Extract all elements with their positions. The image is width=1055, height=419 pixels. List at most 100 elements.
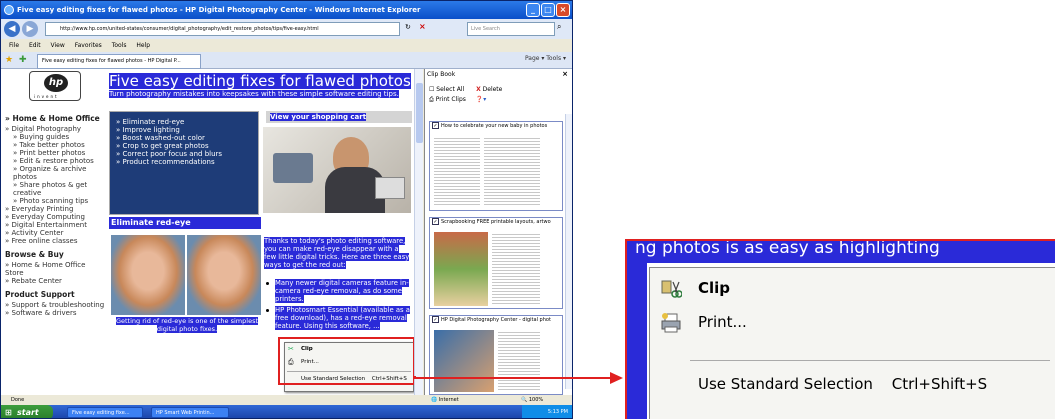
woman-at-computer-photo	[263, 127, 411, 213]
section-title-redeye: Eliminate red-eye	[109, 217, 261, 229]
nav-item[interactable]: » Edit & restore photos	[1, 157, 105, 165]
add-favorite-icon[interactable]: ✚	[19, 55, 27, 65]
delete-button[interactable]: X Delete	[476, 86, 502, 93]
nav-item[interactable]: » Software & drivers	[1, 309, 105, 317]
refresh-icon[interactable]: ↻	[405, 23, 411, 31]
menu-tools[interactable]: Tools	[112, 42, 127, 49]
zoomed-selection-text: ng photos is as easy as highlighting	[627, 241, 1055, 263]
nav-item[interactable]: » Digital Entertainment	[1, 221, 105, 229]
help-icon[interactable]: ❓▾	[476, 96, 486, 103]
page-scrollbar[interactable]	[414, 69, 423, 395]
tip-link[interactable]: » Improve lighting	[116, 126, 222, 134]
favorites-star-icon[interactable]: ★	[5, 55, 13, 65]
nav-item[interactable]: » Home & Home Office Store	[1, 261, 105, 277]
page-content: hp invent Five easy editing fixes for fl…	[1, 69, 421, 395]
clip-icon	[661, 280, 682, 298]
redeye-paragraph: Thanks to today's photo editing software…	[264, 237, 410, 269]
clip-thumbnail	[498, 330, 540, 392]
zoom-level[interactable]: 🔍 100%	[521, 395, 543, 405]
clip-checkbox[interactable]: ✓	[432, 122, 439, 129]
tip-link[interactable]: » Boost washed-out color	[116, 134, 222, 142]
back-icon[interactable]: ◀	[4, 21, 20, 37]
tips-list: » Eliminate red-eye» Improve lighting» B…	[116, 118, 222, 166]
search-input[interactable]: Live Search	[467, 22, 555, 36]
zone-indicator: 🌐 Internet	[431, 397, 459, 403]
clip-checkbox[interactable]: ✓	[432, 316, 439, 323]
status-bar: Done 🌐 Internet 🔍 100%	[1, 395, 572, 405]
nav-heading: Product Support	[5, 290, 75, 299]
menu-edit[interactable]: Edit	[29, 42, 41, 49]
clip-checkbox[interactable]: ✓	[432, 218, 439, 225]
stop-icon[interactable]: ×	[419, 22, 426, 31]
taskbar-item-2[interactable]: HP Smart Web Printin...	[151, 407, 229, 418]
page-title: Five easy editing fixes for flawed photo…	[109, 72, 411, 90]
nav-item[interactable]: » Digital Photography	[1, 125, 105, 133]
clip-card-3[interactable]: ✓ HP Digital Photography Center - digital…	[429, 315, 563, 395]
menu-help[interactable]: Help	[136, 42, 150, 49]
menu-favorites[interactable]: Favorites	[75, 42, 102, 49]
hp-logo[interactable]: hp invent	[29, 71, 81, 101]
redeye-bullets: Many newer digital cameras feature in-ca…	[263, 279, 413, 333]
menu-file[interactable]: File	[9, 42, 19, 49]
nav-item[interactable]: » Support & troubleshooting	[1, 301, 105, 309]
callout-arrow-line	[414, 377, 612, 379]
scrollbar-thumb[interactable]	[416, 83, 423, 143]
windows-logo-icon: ⊞	[5, 408, 12, 417]
tip-link[interactable]: » Crop to get great photos	[116, 142, 222, 150]
nav-item[interactable]: » Everyday Computing	[1, 213, 105, 221]
nav-item[interactable]: » Rebate Center	[1, 277, 105, 285]
select-all-button[interactable]: ☐ Select All	[429, 86, 464, 93]
shopping-cart-link[interactable]: View your shopping cart	[266, 111, 412, 123]
nav-item[interactable]: » Print better photos	[1, 149, 105, 157]
clip-thumbnail	[434, 136, 480, 206]
taskbar-item-1[interactable]: Five easy editing fixe...	[67, 407, 143, 418]
tab-tools[interactable]: Page ▾ Tools ▾	[525, 55, 566, 62]
nav-item[interactable]: » Share photos & get creative	[1, 181, 105, 197]
list-item: Many newer digital cameras feature in-ca…	[263, 279, 413, 303]
nav-item[interactable]: » Free online classes	[1, 237, 105, 245]
callout-arrow-head	[610, 372, 623, 384]
address-bar: ◀ ▶ http://www.hp.com/united-states/cons…	[1, 19, 572, 39]
search-icon[interactable]: ⌕	[557, 22, 561, 32]
close-button[interactable]: ×	[556, 3, 570, 17]
tab-current[interactable]: Five easy editing fixes for flawed photo…	[37, 54, 201, 69]
menu-view[interactable]: View	[51, 42, 65, 49]
title-bar: Five easy editing fixes for flawed photo…	[1, 1, 572, 19]
context-menu: Clip Print... Use Standard Selection Ctr…	[649, 267, 1055, 419]
browser-window: Five easy editing fixes for flawed photo…	[0, 0, 573, 419]
close-panel-icon[interactable]: ×	[562, 70, 568, 78]
minimize-button[interactable]: _	[526, 3, 540, 17]
tips-box: » Eliminate red-eye» Improve lighting» B…	[109, 111, 259, 215]
print-clips-button[interactable]: ⎙ Print Clips	[429, 96, 466, 103]
nav-item[interactable]: » Buying guides	[1, 133, 105, 141]
clip-book-toolbar: ☐ Select All X Delete ⎙ Print Clips ❓▾	[429, 85, 502, 105]
clip-thumbnail	[492, 232, 540, 306]
clip-card-2[interactable]: ✓ Scrapbooking FREE printable layouts, ar…	[429, 217, 563, 309]
menu-bar: File Edit View Favorites Tools Help	[1, 39, 572, 52]
nav-item[interactable]: » Activity Center	[1, 229, 105, 237]
nav-item[interactable]: » Photo scanning tips	[1, 197, 105, 205]
start-button[interactable]: ⊞ start	[1, 405, 53, 418]
clock: 5:13 PM	[547, 409, 568, 415]
window-title: Five easy editing fixes for flawed photo…	[17, 6, 421, 14]
maximize-button[interactable]: □	[541, 3, 555, 17]
clip-book-title: Clip Book	[427, 71, 456, 78]
delete-icon: X	[476, 86, 481, 93]
tip-link[interactable]: » Eliminate red-eye	[116, 118, 222, 126]
url-field[interactable]: http://www.hp.com/united-states/consumer…	[45, 22, 400, 36]
nav-item[interactable]: » Organize & archive photos	[1, 165, 105, 181]
clip-book-scrollbar[interactable]	[565, 114, 572, 389]
forward-icon[interactable]: ▶	[22, 21, 38, 37]
nav-item[interactable]: » Take better photos	[1, 141, 105, 149]
menu-separator	[690, 360, 1050, 361]
clip-card-1[interactable]: ✓ How to celebrate your new baby in photo…	[429, 121, 563, 211]
context-menu-standard-selection-zoom[interactable]: Use Standard Selection Ctrl+Shift+S	[650, 368, 1055, 400]
tip-link[interactable]: » Product recommendations	[116, 158, 222, 166]
callout-box	[278, 337, 415, 385]
nav-item[interactable]: » Everyday Printing	[1, 205, 105, 213]
context-menu-print-zoom[interactable]: Print...	[650, 306, 1055, 338]
context-menu-clip-zoom[interactable]: Clip	[650, 272, 1055, 304]
clip-thumbnail	[434, 232, 488, 306]
photo-caption: Getting rid of red-eye is one of the sim…	[115, 317, 259, 333]
tip-link[interactable]: » Correct poor focus and blurs	[116, 150, 222, 158]
